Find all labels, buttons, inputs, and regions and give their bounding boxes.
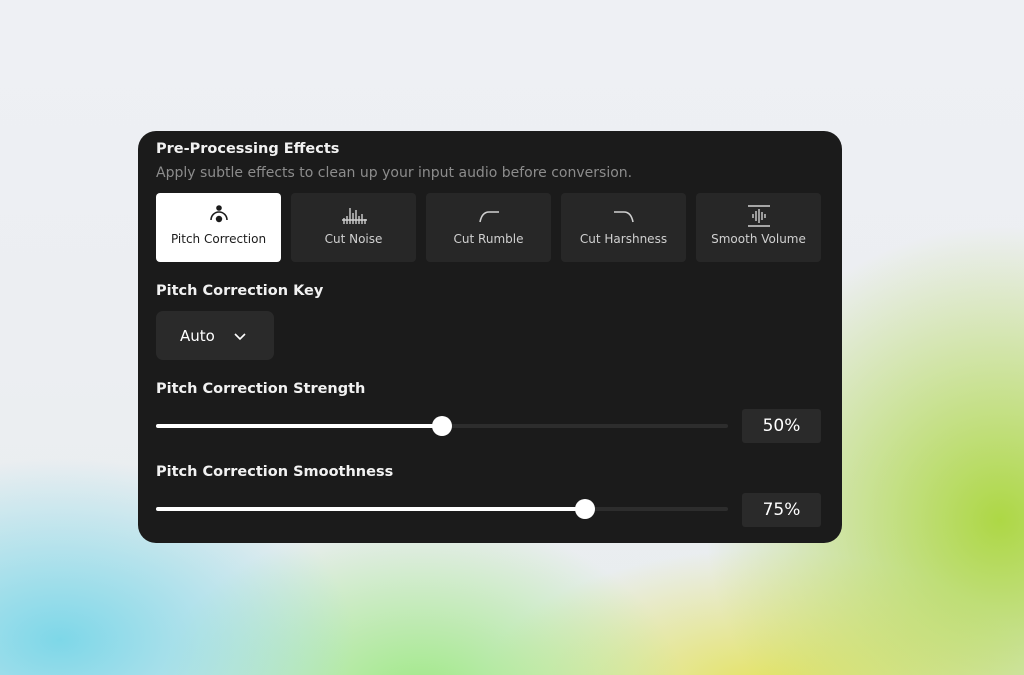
effect-cut-rumble[interactable]: Cut Rumble: [426, 193, 551, 262]
smoothness-value[interactable]: 75%: [742, 493, 821, 527]
pitch-key-value: Auto: [180, 326, 215, 345]
pre-processing-panel: Pre-Processing Effects Apply subtle effe…: [138, 131, 842, 543]
effects-row: Pitch Correction Cut Noise Cut Rumble Cu…: [156, 193, 821, 262]
effect-cut-noise[interactable]: Cut Noise: [291, 193, 416, 262]
slider-thumb[interactable]: [575, 499, 595, 519]
chevron-down-icon: [234, 332, 246, 340]
effect-label: Cut Harshness: [579, 232, 668, 246]
effect-pitch-correction[interactable]: Pitch Correction: [156, 193, 281, 262]
waveform-icon: [747, 205, 770, 227]
pitch-key-label: Pitch Correction Key: [156, 283, 324, 299]
effect-label: Pitch Correction: [170, 232, 267, 246]
strength-value[interactable]: 50%: [742, 409, 821, 443]
panel-title: Pre-Processing Effects: [156, 141, 340, 157]
slider-thumb[interactable]: [432, 416, 452, 436]
effect-label: Cut Rumble: [453, 232, 524, 246]
slider-fill: [156, 507, 585, 511]
pitch-key-dropdown[interactable]: Auto: [156, 311, 274, 360]
low-cut-curve-icon: [478, 211, 499, 223]
strength-label: Pitch Correction Strength: [156, 381, 366, 397]
effect-label: Cut Noise: [324, 232, 383, 246]
smoothness-slider[interactable]: [156, 499, 728, 519]
noise-bars-icon: [341, 208, 367, 224]
smoothness-label: Pitch Correction Smoothness: [156, 464, 394, 480]
panel-subtitle: Apply subtle effects to clean up your in…: [156, 165, 633, 181]
effect-cut-harshness[interactable]: Cut Harshness: [561, 193, 686, 262]
high-cut-curve-icon: [613, 211, 634, 223]
effect-smooth-volume[interactable]: Smooth Volume: [696, 193, 821, 262]
strength-slider[interactable]: [156, 416, 728, 436]
pitch-correction-icon: [209, 205, 228, 223]
slider-fill: [156, 424, 442, 428]
effect-label: Smooth Volume: [711, 232, 806, 246]
